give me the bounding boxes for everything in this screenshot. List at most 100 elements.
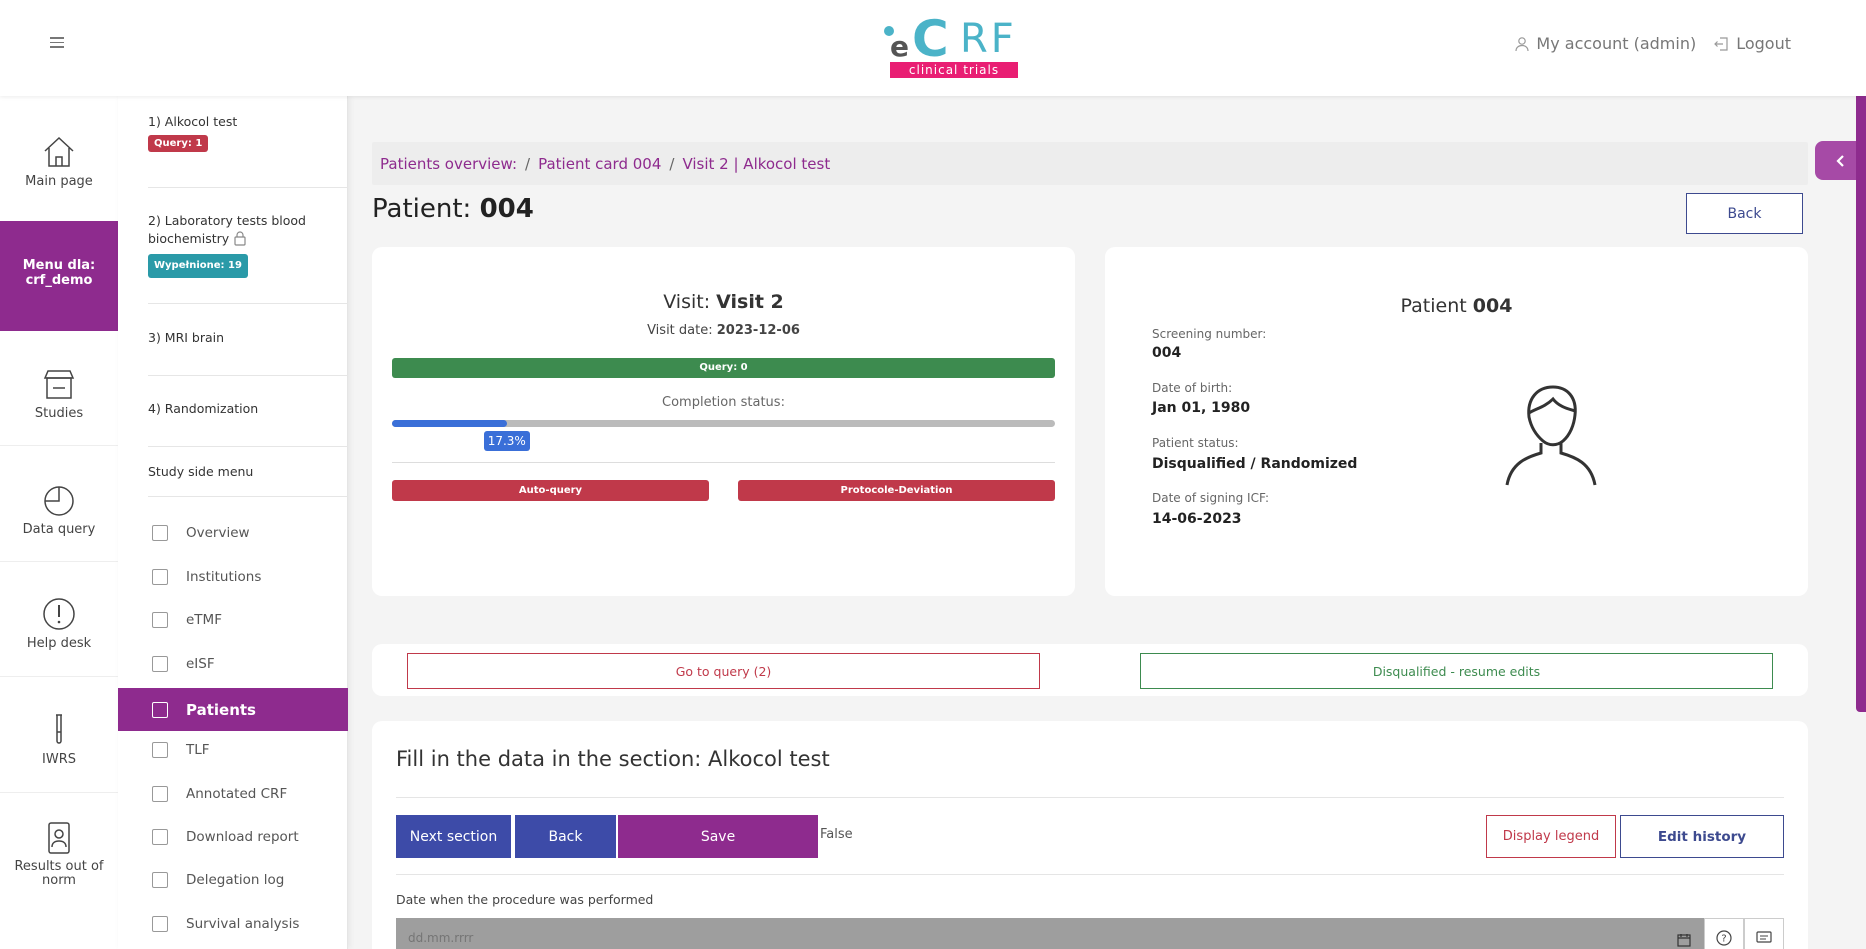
breadcrumb-separator: /	[669, 154, 675, 173]
section-item[interactable]: 2) Laboratory tests blood biochemistry W…	[148, 212, 343, 278]
date-of-birth-label: Date of birth:	[1152, 381, 1233, 395]
help-button[interactable]: ?	[1704, 918, 1744, 949]
date-of-birth-value: Jan 01, 1980	[1152, 400, 1251, 416]
nav-study-menu-label: Menu dla: crf_demo	[22, 258, 96, 288]
logo-tagline: clinical trials	[890, 62, 1018, 78]
section-divider	[148, 446, 348, 447]
false-text: False	[820, 827, 853, 842]
nav-data-query[interactable]: Data query	[0, 482, 118, 537]
patient-status-value: Disqualified / Randomized	[1152, 456, 1358, 472]
menu-item-eisf[interactable]: eISF	[118, 644, 348, 684]
query-status-bar[interactable]: Query: 0	[392, 358, 1055, 378]
top-bar: e C RF clinical trials My account (admin…	[0, 0, 1866, 96]
visit-date-value: 2023-12-06	[716, 323, 800, 338]
chevron-left-icon	[1835, 154, 1844, 167]
menu-item-download-report[interactable]: Download report	[118, 817, 348, 857]
section-divider	[148, 303, 348, 304]
line-chart-icon	[152, 916, 168, 932]
nav-studies[interactable]: Studies	[0, 366, 118, 421]
form-title: Fill in the data in the section: Alkocol…	[396, 747, 830, 771]
patients-icon	[152, 701, 168, 718]
breadcrumb-patients-overview[interactable]: Patients overview:	[380, 155, 517, 173]
menu-item-institutions[interactable]: Institutions	[118, 557, 348, 597]
nav-iwrs[interactable]: IWRS	[0, 712, 118, 767]
resume-edits-button[interactable]: Disqualified - resume edits	[1140, 653, 1773, 689]
comment-button[interactable]	[1744, 918, 1784, 949]
patient-status-label: Patient status:	[1152, 436, 1239, 450]
icf-date-value: 14-06-2023	[1152, 511, 1242, 527]
nav-help-desk[interactable]: Help desk	[0, 596, 118, 651]
question-icon: ?	[1716, 930, 1732, 946]
auto-query-button[interactable]: Auto-query	[392, 480, 709, 501]
edit-history-button[interactable]: Edit history	[1620, 815, 1784, 858]
menu-item-annotated-crf[interactable]: Annotated CRF	[118, 774, 348, 814]
studies-icon	[43, 370, 75, 399]
study-menu-title: Study side menu	[148, 464, 254, 479]
account-area: My account (admin) Logout	[1514, 34, 1791, 53]
nav-main-page-label: Main page	[25, 174, 93, 189]
nav-main-page[interactable]: Main page	[0, 134, 118, 189]
nav-study-menu[interactable]: Menu dla: crf_demo	[0, 221, 118, 331]
nav-divider	[0, 676, 118, 677]
protocol-deviation-button[interactable]: Protocole-Deviation	[738, 480, 1055, 501]
page-title: Patient: 004	[372, 194, 534, 224]
menu-item-label: Survival analysis	[186, 916, 300, 932]
svg-text:?: ?	[1721, 934, 1726, 945]
ecrf-logo[interactable]: e C RF clinical trials	[882, 10, 1022, 80]
my-account-label: My account (admin)	[1536, 34, 1697, 53]
patient-card-title: Patient 004	[1105, 295, 1808, 317]
completion-progress-bar	[392, 420, 1055, 427]
menu-item-survival-analysis[interactable]: Survival analysis	[118, 904, 348, 944]
institutions-icon	[152, 569, 168, 585]
completion-percent-label: 17.3%	[483, 431, 530, 451]
page-scrollbar[interactable]	[1856, 0, 1866, 712]
left-icon-nav: Main page Menu dla: crf_demo Studies Dat…	[0, 96, 118, 949]
menu-item-overview[interactable]: Overview	[118, 513, 348, 553]
screening-number-value: 004	[1152, 345, 1182, 361]
logo-rf: RF	[960, 16, 1017, 62]
nav-results-out-of-norm[interactable]: Results out of norm	[0, 820, 118, 888]
form-card: Fill in the data in the section: Alkocol…	[372, 721, 1808, 949]
nav-divider	[0, 792, 118, 793]
back-button[interactable]: Back	[1686, 193, 1803, 234]
section-item[interactable]: 1) Alkocol test Query: 1	[148, 114, 343, 152]
page-title-prefix: Patient:	[372, 194, 472, 224]
menu-item-tlf[interactable]: TLF	[118, 730, 348, 770]
page-title-value: 004	[479, 194, 534, 224]
overview-icon	[152, 525, 168, 541]
menu-item-patients[interactable]: Patients	[118, 688, 348, 731]
logout-link[interactable]: Logout	[1714, 34, 1791, 53]
visit-card: Visit: Visit 2 Visit date: 2023-12-06 Qu…	[372, 247, 1075, 596]
display-legend-button[interactable]: Display legend	[1486, 815, 1616, 858]
hamburger-menu-icon[interactable]	[50, 37, 64, 49]
nav-help-desk-label: Help desk	[26, 636, 92, 651]
form-back-button[interactable]: Back	[515, 815, 616, 858]
breadcrumb-visit[interactable]: Visit 2 | Alkocol test	[682, 155, 830, 173]
section-item[interactable]: 3) MRI brain	[148, 330, 343, 345]
home-icon	[44, 136, 74, 167]
menu-item-label: Overview	[186, 525, 250, 541]
nav-studies-label: Studies	[34, 406, 84, 421]
procedure-date-input[interactable]	[396, 918, 1704, 949]
go-to-query-button[interactable]: Go to query (2)	[407, 653, 1040, 689]
calendar-icon[interactable]	[1677, 932, 1691, 949]
nav-results-out-of-norm-label: Results out of norm	[14, 859, 104, 888]
breadcrumb-patient-card[interactable]: Patient card 004	[538, 155, 661, 173]
menu-item-etmf[interactable]: eTMF	[118, 600, 348, 640]
screening-number-label: Screening number:	[1152, 327, 1267, 341]
my-account-link[interactable]: My account (admin)	[1514, 34, 1696, 53]
logo-e: e	[890, 30, 909, 63]
monitor-icon	[152, 742, 168, 758]
section-item[interactable]: 4) Randomization	[148, 401, 343, 416]
menu-item-delegation-log[interactable]: Delegation log	[118, 860, 348, 900]
section-divider	[148, 496, 348, 497]
nav-divider	[0, 445, 118, 446]
clipboard-icon	[152, 872, 168, 888]
person-card-icon	[48, 822, 70, 854]
save-button[interactable]: Save	[618, 815, 818, 858]
icf-date-label: Date of signing ICF:	[1152, 491, 1269, 505]
section-divider	[148, 375, 348, 376]
next-section-button[interactable]: Next section	[396, 815, 511, 858]
visit-title-value: Visit 2	[716, 291, 784, 313]
logout-label: Logout	[1736, 34, 1791, 53]
